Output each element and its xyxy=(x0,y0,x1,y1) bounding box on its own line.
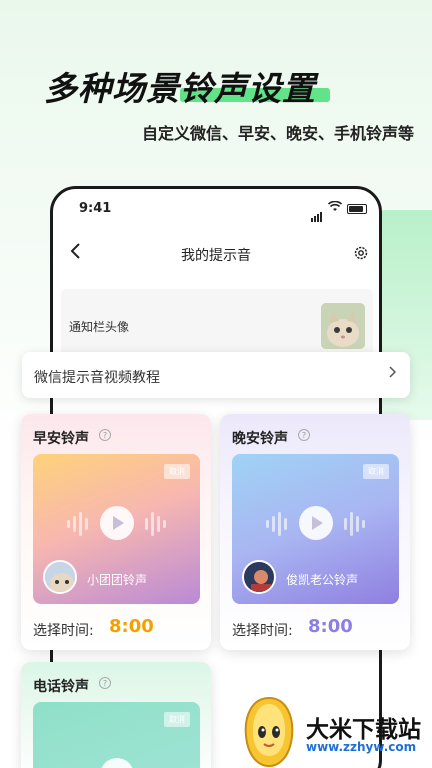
site-watermark: 大米下载站 www.zzhyw.com xyxy=(236,694,432,768)
ringtone-name: 俊凯老公铃声 xyxy=(286,573,359,587)
play-button[interactable] xyxy=(299,506,333,540)
waveform-icon xyxy=(266,512,287,536)
signal-icon xyxy=(311,203,323,222)
ringtone-player: 取消 xyxy=(33,702,200,768)
ringtone-name: 小团团铃声 xyxy=(87,573,148,587)
chevron-right-icon xyxy=(388,366,397,382)
tutorial-label: 微信提示音视频教程 xyxy=(34,370,160,386)
play-button[interactable] xyxy=(100,506,134,540)
waveform-icon xyxy=(67,512,88,536)
night-ringtone-card: 晚安铃声 ? 取消 俊凯老公铃声 选择时间: 8:00 xyxy=(220,414,410,650)
page-headline: 多种场景铃声设置 xyxy=(44,69,316,108)
battery-icon xyxy=(347,204,367,214)
waveform-icon xyxy=(145,512,166,536)
help-icon[interactable]: ? xyxy=(298,429,310,441)
help-icon[interactable]: ? xyxy=(99,677,111,689)
time-value[interactable]: 8:00 xyxy=(308,616,353,637)
gear-icon[interactable] xyxy=(353,245,369,261)
time-label: 选择时间: xyxy=(33,623,94,639)
page-subheadline: 自定义微信、早安、晚安、手机铃声等 xyxy=(141,124,414,143)
notify-avatar-row[interactable]: 通知栏头像 xyxy=(61,289,373,359)
card-title: 晚安铃声 xyxy=(232,431,288,447)
card-title: 电话铃声 xyxy=(33,679,89,695)
wifi-icon xyxy=(327,200,343,215)
video-tutorial-row[interactable]: 微信提示音视频教程 xyxy=(22,352,410,398)
card-title: 早安铃声 xyxy=(33,431,89,447)
play-button[interactable] xyxy=(100,758,134,768)
time-label: 选择时间: xyxy=(232,623,293,639)
notify-avatar-label: 通知栏头像 xyxy=(69,320,130,334)
cancel-button[interactable]: 取消 xyxy=(164,464,190,479)
ringtone-player: 取消 俊凯老公铃声 xyxy=(232,454,399,604)
ringtone-player: 取消 小团团铃声 xyxy=(33,454,200,604)
cancel-button[interactable]: 取消 xyxy=(164,712,190,727)
status-bar: 9:41 xyxy=(53,189,379,229)
status-time: 9:41 xyxy=(79,201,112,216)
cancel-button[interactable]: 取消 xyxy=(363,464,389,479)
watermark-title: 大米下载站 xyxy=(306,717,421,743)
nav-title: 我的提示音 xyxy=(181,248,251,264)
time-value[interactable]: 8:00 xyxy=(109,616,154,637)
help-icon[interactable]: ? xyxy=(99,429,111,441)
waveform-icon xyxy=(344,512,365,536)
call-ringtone-card: 电话铃声 ? 取消 xyxy=(21,662,211,768)
cat-avatar-image xyxy=(321,303,365,349)
watermark-url: www.zzhyw.com xyxy=(306,740,417,754)
morning-ringtone-card: 早安铃声 ? 取消 小团团铃声 选择时间: 8:00 xyxy=(21,414,211,650)
ringtone-avatar xyxy=(43,560,77,594)
ringtone-avatar xyxy=(242,560,276,594)
rice-mascot-logo xyxy=(240,694,298,768)
